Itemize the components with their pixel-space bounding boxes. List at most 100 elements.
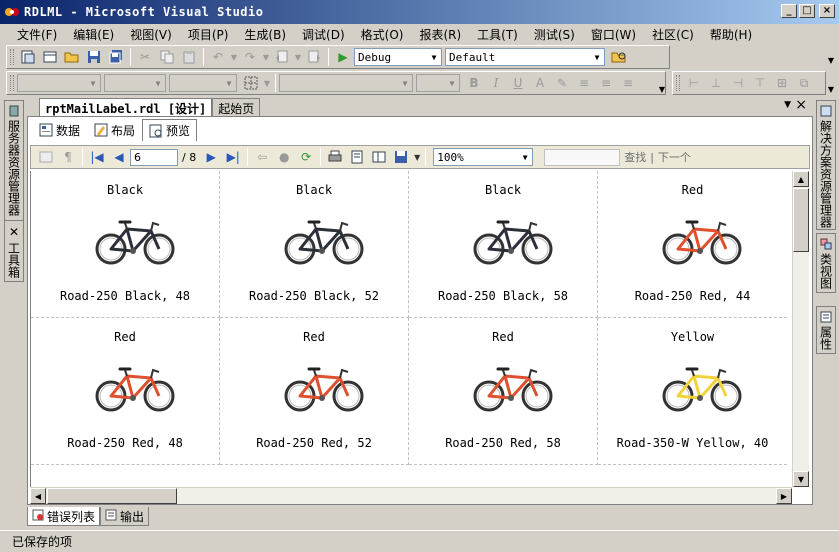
refresh-icon[interactable]: ⟳ — [295, 147, 317, 167]
align-center-icon[interactable]: ≡ — [595, 73, 617, 93]
style-combo[interactable]: ▼ — [17, 74, 101, 92]
menu-build[interactable]: 生成(B) — [237, 26, 295, 43]
solution-explorer-tab[interactable]: 解决方案资源管理器 — [816, 100, 836, 230]
toolbar-overflow-icon[interactable]: ▼ — [826, 49, 836, 65]
menu-view[interactable]: 视图(V) — [123, 26, 181, 43]
add-item-icon[interactable] — [39, 47, 61, 67]
tab-start-page[interactable]: 起始页 — [212, 98, 261, 117]
font-size-combo[interactable]: ▼ — [169, 74, 237, 92]
align-rights-icon[interactable]: ⊣ — [727, 73, 749, 93]
font-combo[interactable]: ▼ — [104, 74, 166, 92]
maximize-button[interactable]: □ — [799, 4, 815, 18]
minimize-button[interactable]: _ — [781, 4, 797, 18]
border-icon[interactable] — [240, 73, 262, 93]
menu-format[interactable]: 格式(O) — [354, 26, 413, 43]
first-page-icon[interactable]: |◀ — [86, 147, 108, 167]
menu-window[interactable]: 窗口(W) — [584, 26, 645, 43]
toolbar-grip[interactable] — [10, 75, 14, 91]
toolbar-overflow-icon[interactable]: ▼ — [826, 78, 836, 94]
size-combo[interactable]: ▼ — [416, 74, 460, 92]
close-button[interactable]: × — [819, 4, 835, 18]
navigate-forward-icon[interactable] — [303, 47, 325, 67]
toolbar-grip[interactable] — [10, 49, 14, 65]
align-right-icon[interactable]: ≡ — [617, 73, 639, 93]
font-family-combo[interactable]: ▼ — [279, 74, 413, 92]
print-layout-icon[interactable] — [346, 147, 368, 167]
previous-page-icon[interactable]: ◀ — [108, 147, 130, 167]
scroll-up-icon[interactable]: ▲ — [793, 171, 809, 187]
align-left-icon[interactable]: ≡ — [573, 73, 595, 93]
find-link[interactable]: 查找 — [620, 149, 650, 165]
open-file-icon[interactable] — [61, 47, 83, 67]
menu-tools[interactable]: 工具(T) — [470, 26, 527, 43]
solution-config-combo[interactable]: Debug ▼ — [354, 48, 442, 66]
copy-icon[interactable] — [156, 47, 178, 67]
next-page-icon[interactable]: ▶ — [200, 147, 222, 167]
tab-error-list[interactable]: 错误列表 — [27, 507, 101, 526]
zoom-combo[interactable]: 100% ▼ — [433, 148, 534, 166]
tab-rpt-mail-label[interactable]: rptMailLabel.rdl [设计] — [39, 98, 213, 117]
solution-platform-combo[interactable]: Default ▼ — [445, 48, 605, 66]
server-explorer-tab[interactable]: 服务器资源管理器 — [4, 100, 24, 240]
bring-front-icon[interactable]: ⧉ — [793, 73, 815, 93]
menu-help[interactable]: 帮助(H) — [703, 26, 761, 43]
last-page-icon[interactable]: ▶| — [222, 147, 244, 167]
bold-icon[interactable]: B — [463, 73, 485, 93]
export-dropdown-icon[interactable]: ▼ — [412, 147, 422, 167]
menu-edit[interactable]: 编辑(E) — [66, 26, 123, 43]
scroll-down-icon[interactable]: ▼ — [793, 471, 809, 487]
tab-data[interactable]: 数据 — [32, 119, 87, 141]
toolbox-tab[interactable]: ✕ 工具箱 — [4, 220, 24, 282]
vertical-scroll-thumb[interactable] — [793, 188, 809, 252]
stop-icon[interactable]: ● — [273, 147, 295, 167]
menu-file[interactable]: 文件(F) — [10, 26, 66, 43]
menu-test[interactable]: 测试(S) — [527, 26, 584, 43]
back-icon[interactable]: ⇦ — [251, 147, 273, 167]
scroll-right-icon[interactable]: ▶ — [776, 488, 792, 504]
start-debugging-icon[interactable]: ▶ — [332, 47, 354, 67]
tab-layout[interactable]: 布局 — [87, 119, 142, 141]
align-lefts-icon[interactable]: ⊢ — [683, 73, 705, 93]
underline-icon[interactable]: U — [507, 73, 529, 93]
export-icon[interactable] — [390, 147, 412, 167]
highlight-icon[interactable]: ✎ — [551, 73, 573, 93]
tab-output[interactable]: 输出 — [100, 507, 150, 526]
redo-icon[interactable]: ↷ — [239, 47, 261, 67]
page-setup-icon[interactable] — [368, 147, 390, 167]
menu-debug[interactable]: 调试(D) — [295, 26, 354, 43]
navigate-backward-icon[interactable] — [271, 47, 293, 67]
properties-tab[interactable]: 属性 — [816, 306, 836, 354]
find-text-input[interactable] — [544, 148, 621, 166]
paste-icon[interactable] — [178, 47, 200, 67]
class-view-tab[interactable]: 类视图 — [816, 233, 836, 293]
menu-report[interactable]: 报表(R) — [412, 26, 470, 43]
parent-report-icon[interactable]: ¶ — [57, 147, 79, 167]
page-number-input[interactable]: 6 — [130, 148, 178, 166]
horizontal-scroll-thumb[interactable] — [47, 488, 177, 504]
redo-dropdown-icon[interactable]: ▼ — [261, 47, 271, 67]
find-next-link[interactable]: 下一个 — [654, 149, 695, 165]
undo-icon[interactable]: ↶ — [207, 47, 229, 67]
find-in-files-icon[interactable] — [608, 47, 630, 67]
toolbar-overflow-icon[interactable]: ▼ — [657, 78, 667, 94]
save-all-icon[interactable] — [105, 47, 127, 67]
document-map-icon[interactable] — [35, 147, 57, 167]
tab-preview[interactable]: 预览 — [142, 119, 198, 141]
align-centers-icon[interactable]: ⊥ — [705, 73, 727, 93]
save-icon[interactable] — [83, 47, 105, 67]
undo-dropdown-icon[interactable]: ▼ — [229, 47, 239, 67]
border-dropdown-icon[interactable]: ▼ — [262, 73, 272, 93]
vertical-scrollbar[interactable]: ▲ ▼ — [792, 171, 809, 487]
font-color-icon[interactable]: A — [529, 73, 551, 93]
active-files-dropdown-icon[interactable]: ▼ — [784, 100, 791, 110]
print-icon[interactable] — [324, 147, 346, 167]
toolbar-grip[interactable] — [676, 75, 680, 91]
menu-community[interactable]: 社区(C) — [645, 26, 703, 43]
cut-icon[interactable]: ✂ — [134, 47, 156, 67]
horizontal-scrollbar[interactable]: ◀ ▶ — [30, 487, 792, 504]
align-middles-icon[interactable]: ⊞ — [771, 73, 793, 93]
close-document-icon[interactable]: × — [795, 97, 807, 113]
align-tops-icon[interactable]: ⊤ — [749, 73, 771, 93]
navigate-dropdown-icon[interactable]: ▼ — [293, 47, 303, 67]
scroll-left-icon[interactable]: ◀ — [30, 488, 46, 504]
